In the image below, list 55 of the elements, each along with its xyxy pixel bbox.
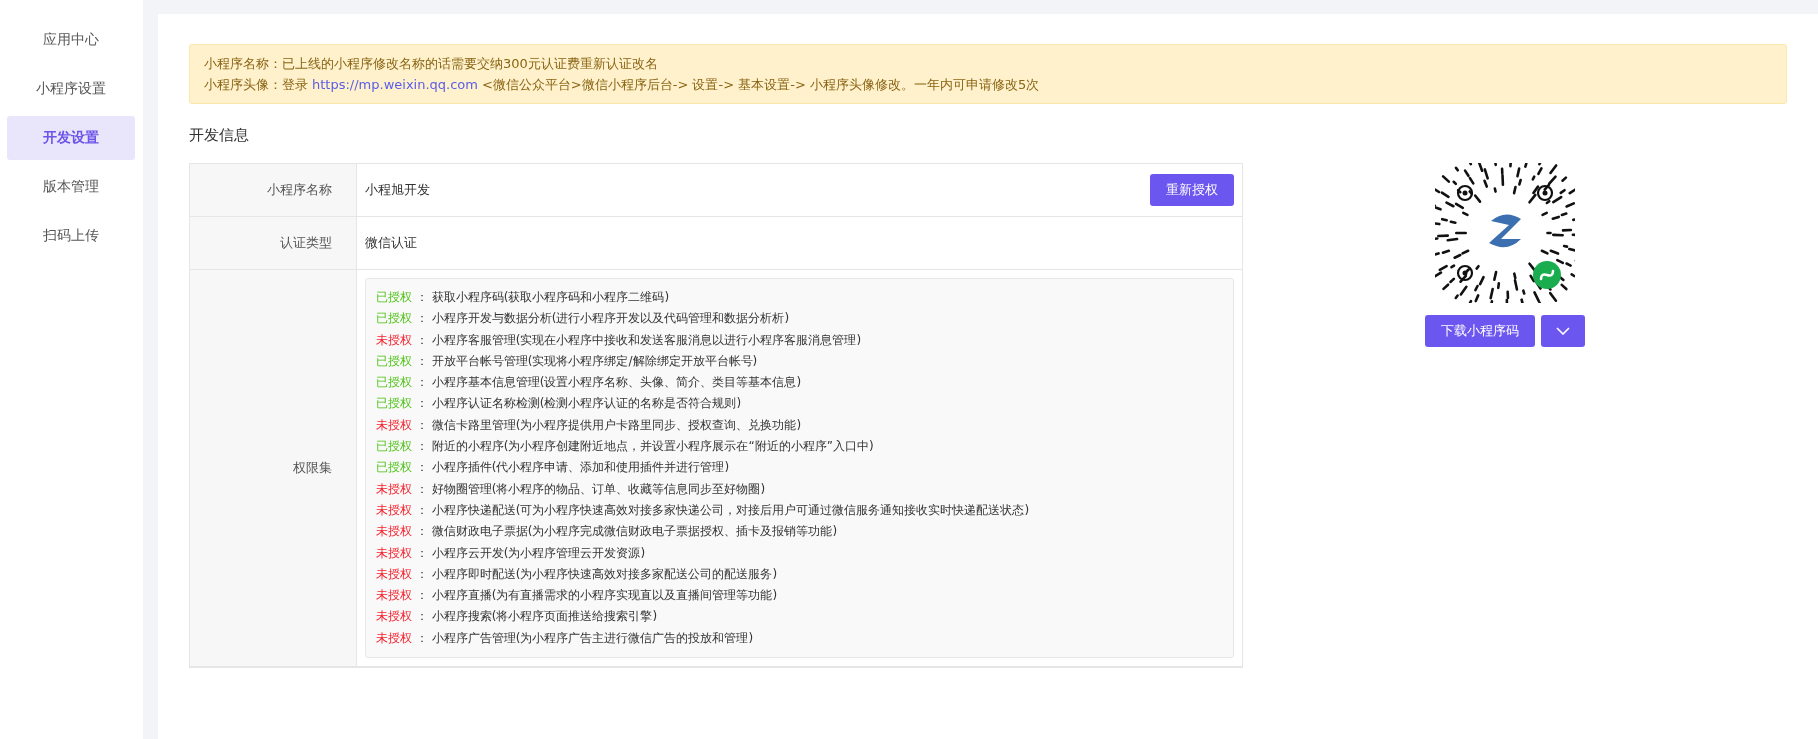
auth-status: 未授权 <box>376 502 412 517</box>
dropdown-button[interactable] <box>1541 315 1585 347</box>
download-button[interactable]: 下载小程序码 <box>1425 315 1535 347</box>
auth-status: 已授权 <box>376 353 412 368</box>
weixin-link[interactable]: https://mp.weixin.qq.com <box>312 77 478 92</box>
auth-status: 已授权 <box>376 375 412 390</box>
auth-status: 已授权 <box>376 290 412 304</box>
notice-label: 小程序头像： <box>204 77 282 92</box>
permission-text: ： 小程序插件(代小程序申请、添加和使用插件并进行管理) <box>416 460 730 475</box>
notice-text: <微信公众平台>微信小程序后台-> 设置-> 基本设置-> 小程序头像修改。一年内可申请修改5次 <box>481 77 1040 92</box>
notice-text: 登录 <box>282 77 308 92</box>
permission-text: ： 微信卡路里管理(为小程序提供用户卡路里同步、授权查询、兑换功能) <box>416 417 802 432</box>
row-label: 权限集 <box>293 459 332 477</box>
auth-status: 未授权 <box>376 609 412 624</box>
permission-text: ： 小程序快递配送(可为小程序快速高效对接多家快递公司，对接后用户可通过微信服务通知接收实时快递配送状态) <box>416 502 1030 517</box>
permission-text: ： 小程序搜索(将小程序页面推送给搜索引擎) <box>416 609 658 624</box>
sidebar-item[interactable]: 扫码上传 <box>7 214 135 258</box>
auth-status: 未授权 <box>376 417 412 432</box>
row-value: 微信认证 <box>365 234 417 252</box>
row-value: 小程旭开发 <box>365 181 430 199</box>
section-title: 开发信息 <box>189 126 250 145</box>
reauthorize-button[interactable]: 重新授权 <box>1150 174 1234 206</box>
permission-text: ： 好物圈管理(将小程序的物品、订单、收藏等信息同步至好物圈) <box>416 481 766 496</box>
permission-text: ： 小程序认证名称检测(检测小程序认证的名称是否符合规则) <box>416 396 742 411</box>
permission-text: ： 附近的小程序(为小程序创建附近地点，并设置小程序展示在“附近的小程序”入口中) <box>416 439 874 454</box>
auth-status: 未授权 <box>376 481 412 496</box>
permission-text: ： 小程序云开发(为小程序管理云开发资源) <box>416 545 646 560</box>
auth-status: 已授权 <box>376 439 412 454</box>
auth-status: 已授权 <box>376 311 412 326</box>
permission-text: ： 获取小程序码(获取小程序码和小程序二维码) <box>416 290 670 304</box>
permission-text: ： 小程序广告管理(为小程序广告主进行微信广告的投放和管理) <box>416 630 754 645</box>
auth-status: 未授权 <box>376 588 412 603</box>
sidebar-item[interactable]: 版本管理 <box>7 165 135 209</box>
auth-status: 未授权 <box>376 524 412 539</box>
notice-text: 已上线的小程序修改名称的话需要交纳300元认证费重新认证改名 <box>282 56 658 71</box>
permission-text: ： 小程序客服管理(实现在小程序中接收和发送客服消息以进行小程序客服消息管理) <box>416 332 862 347</box>
permission-text: ： 微信财政电子票据(为小程序完成微信财政电子票据授权、插卡及报销等功能) <box>416 524 838 539</box>
auth-status: 未授权 <box>376 332 412 347</box>
permission-text: ： 小程序基本信息管理(设置小程序名称、头像、简介、类目等基本信息) <box>416 375 802 390</box>
permission-text: ： 小程序直播(为有直播需求的小程序实现直以及直播间管理等功能) <box>416 588 778 603</box>
auth-status: 已授权 <box>376 460 412 475</box>
permission-text: ： 小程序开发与数据分析(进行小程序开发以及代码管理和数据分析析) <box>416 311 790 326</box>
permission-text: ： 小程序即时配送(为小程序快速高效对接多家配送公司的配送服务) <box>416 566 778 581</box>
auth-status: 已授权 <box>376 396 412 411</box>
auth-status: 未授权 <box>376 545 412 560</box>
row-label: 认证类型 <box>190 217 357 269</box>
auth-status: 未授权 <box>376 630 412 645</box>
auth-status: 未授权 <box>376 566 412 581</box>
row-label: 小程序名称 <box>190 164 357 216</box>
sidebar-item[interactable]: 应用中心 <box>7 18 135 62</box>
permission-text: ： 开放平台帐号管理(实现将小程序绑定/解除绑定开放平台帐号) <box>416 353 758 368</box>
sidebar-item[interactable]: 开发设置 <box>7 116 135 160</box>
sidebar-item[interactable]: 小程序设置 <box>7 67 135 111</box>
notice-label: 小程序名称： <box>204 56 282 71</box>
chevron-down-icon <box>1556 327 1570 335</box>
